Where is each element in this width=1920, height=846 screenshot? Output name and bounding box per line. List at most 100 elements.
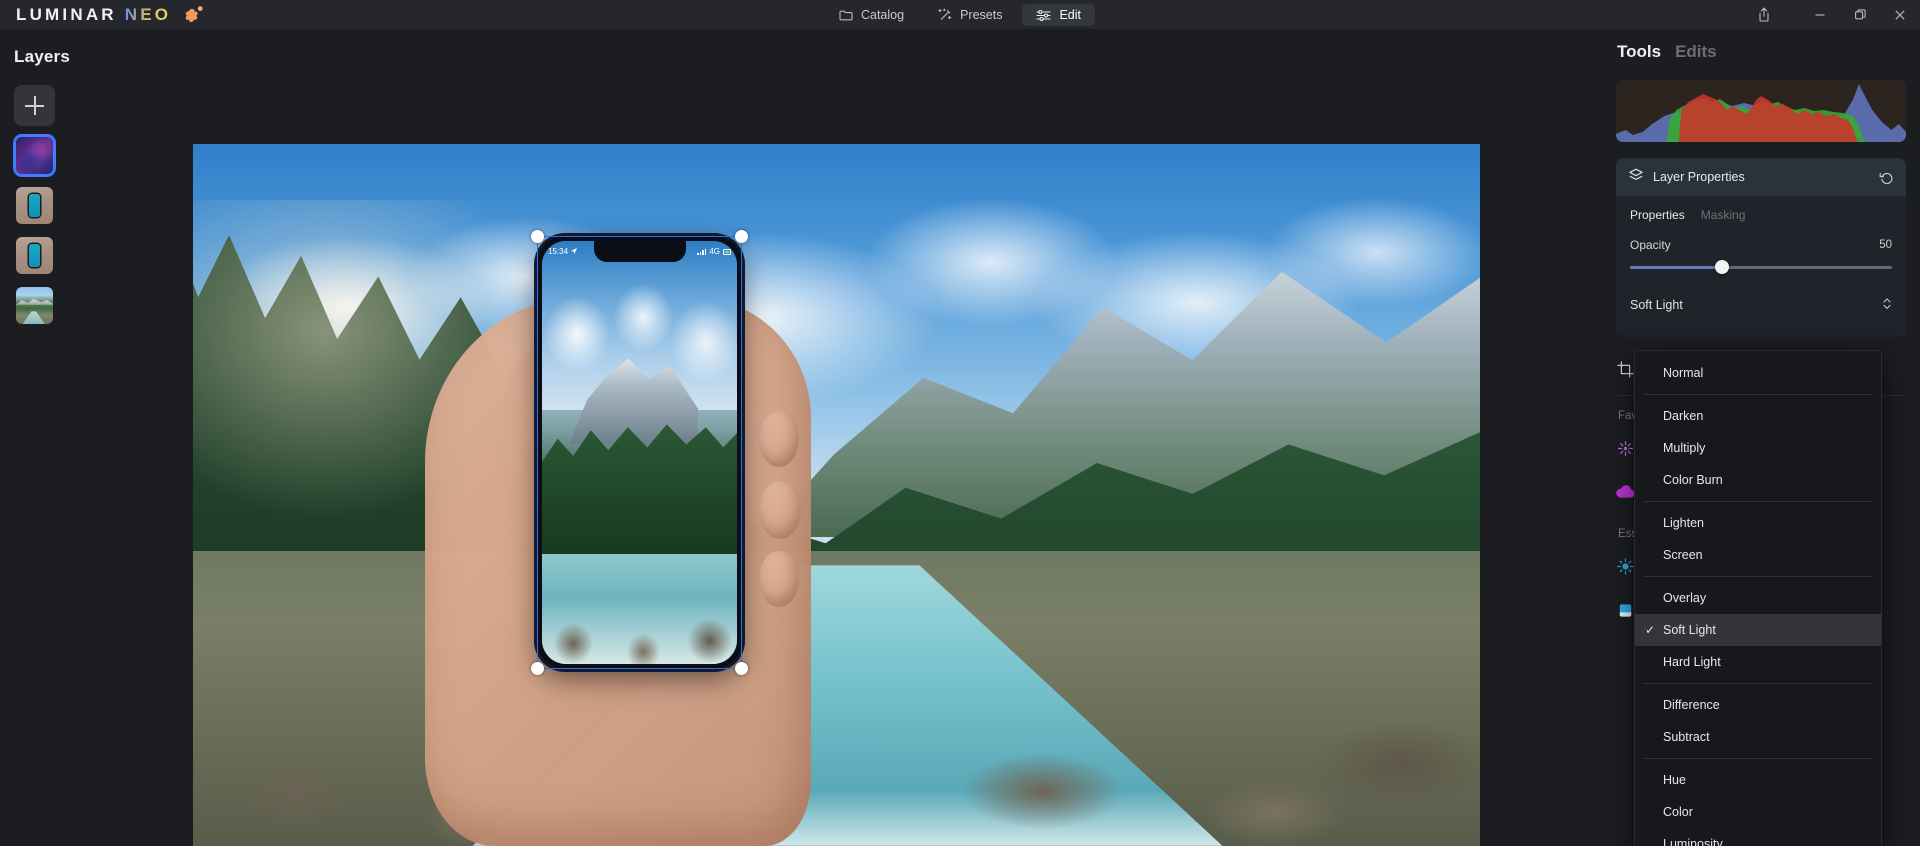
canvas-area[interactable]: 15:34 4G <box>193 29 1602 846</box>
title-bar: LUMINAR NEO Catalog Presets Edit <box>0 0 1920 29</box>
app-logo: LUMINAR NEO <box>0 5 205 25</box>
blend-option-color[interactable]: Color <box>1635 796 1881 828</box>
tab-properties[interactable]: Properties <box>1630 208 1685 228</box>
edited-photo[interactable]: 15:34 4G <box>193 144 1480 846</box>
tab-edits[interactable]: Edits <box>1675 42 1717 62</box>
layer-stack <box>0 67 193 326</box>
blend-mode-select[interactable]: Soft Light <box>1630 291 1892 319</box>
blend-option-multiply-label: Multiply <box>1663 441 1706 455</box>
histogram <box>1616 80 1906 142</box>
layer-preview-gradient <box>16 137 53 174</box>
blend-option-color-burn[interactable]: Color Burn <box>1635 464 1881 496</box>
tab-masking[interactable]: Masking <box>1701 208 1746 228</box>
phone-screen-rocks <box>542 596 737 664</box>
location-icon <box>571 247 578 256</box>
opacity-value: 50 <box>1879 239 1892 251</box>
blend-option-darken-label: Darken <box>1663 409 1704 423</box>
maximize-button[interactable] <box>1840 0 1880 29</box>
phone-status-right: 4G <box>696 247 731 256</box>
blend-option-luminosity[interactable]: Luminosity <box>1635 828 1881 846</box>
blend-option-lighten[interactable]: Lighten <box>1635 507 1881 539</box>
layers-panel: Layers <box>0 29 193 846</box>
layer-thumbnail-phone-1[interactable] <box>14 185 55 226</box>
puzzle-piece-icon <box>183 5 205 25</box>
blend-option-subtract[interactable]: Subtract <box>1635 721 1881 753</box>
blend-option-hue-label: Hue <box>1663 773 1686 787</box>
blend-option-lighten-label: Lighten <box>1663 516 1705 530</box>
dropdown-divider-1 <box>1643 394 1873 395</box>
blend-option-normal[interactable]: Normal <box>1635 357 1881 389</box>
folder-icon <box>839 9 853 21</box>
check-icon: ✓ <box>1645 623 1656 637</box>
blend-option-screen[interactable]: Screen <box>1635 539 1881 571</box>
layer-preview-phone-1 <box>16 187 53 224</box>
share-button[interactable] <box>1742 0 1786 29</box>
crop-icon <box>1616 360 1635 379</box>
sliders-icon <box>1036 9 1052 21</box>
sparkle-icon <box>1616 439 1635 458</box>
nav-catalog-label: Catalog <box>860 7 905 22</box>
blend-mode-dropdown[interactable]: Normal Darken Multiply Color Burn Lighte… <box>1634 350 1882 846</box>
brand-primary-text: LUMINAR <box>16 4 117 24</box>
reset-arrow-icon[interactable] <box>1879 170 1894 185</box>
layer-properties-body: Opacity 50 Soft Light <box>1616 228 1906 337</box>
layer-thumbnail-phone-2[interactable] <box>14 235 55 276</box>
blend-option-soft-light[interactable]: ✓ Soft Light <box>1635 614 1881 646</box>
window-controls <box>1742 0 1920 29</box>
histogram-graph <box>1616 84 1906 142</box>
opacity-slider[interactable] <box>1630 259 1892 275</box>
blend-option-multiply[interactable]: Multiply <box>1635 432 1881 464</box>
layer-thumbnail-landscape[interactable] <box>14 285 55 326</box>
blend-option-difference[interactable]: Difference <box>1635 689 1881 721</box>
photo-finger-1 <box>759 410 800 467</box>
tab-tools[interactable]: Tools <box>1617 42 1661 62</box>
phone-body: 15:34 4G <box>537 236 742 669</box>
selection-handle-bottom-right[interactable] <box>735 662 748 675</box>
dropdown-divider-4 <box>1643 683 1873 684</box>
nav-edit[interactable]: Edit <box>1022 3 1096 26</box>
blend-option-overlay[interactable]: Overlay <box>1635 582 1881 614</box>
phone-status-network: 4G <box>709 247 720 256</box>
nav-edit-label: Edit <box>1059 7 1082 22</box>
selection-handle-bottom-left[interactable] <box>531 662 544 675</box>
phone-mockup[interactable]: 15:34 4G <box>531 230 748 675</box>
blend-mode-value: Soft Light <box>1630 298 1683 312</box>
blend-option-normal-label: Normal <box>1663 366 1704 380</box>
minimize-button[interactable] <box>1800 0 1840 29</box>
layer-properties-card: Layer Properties Properties Masking Opac… <box>1616 158 1906 337</box>
chevron-updown-icon <box>1882 297 1892 313</box>
nav-presets[interactable]: Presets <box>924 4 1016 26</box>
selection-handle-top-right[interactable] <box>735 230 748 243</box>
brand-secondary-text: NEO <box>124 4 172 24</box>
cloud-icon <box>1616 483 1635 502</box>
layer-properties-tabs: Properties Masking <box>1616 196 1906 228</box>
add-layer-button[interactable] <box>14 85 55 126</box>
signal-bars-icon <box>696 248 707 255</box>
opacity-slider-thumb[interactable] <box>1714 260 1729 274</box>
luminar-neo-window: LUMINAR NEO Catalog Presets Edit Layers … <box>0 0 1920 846</box>
layer-thumbnail-gradient[interactable] <box>14 135 55 176</box>
blend-option-darken[interactable]: Darken <box>1635 400 1881 432</box>
selection-handle-top-left[interactable] <box>531 230 544 243</box>
blend-option-hard-light-label: Hard Light <box>1663 655 1721 669</box>
phone-status-time: 15:34 <box>548 247 569 256</box>
layers-stack-icon <box>1628 167 1644 188</box>
blend-option-luminosity-label: Luminosity <box>1663 837 1723 846</box>
main-nav: Catalog Presets Edit <box>825 0 1096 29</box>
blend-option-hard-light[interactable]: Hard Light <box>1635 646 1881 678</box>
layer-preview-landscape <box>16 287 53 324</box>
blend-option-color-burn-label: Color Burn <box>1663 473 1723 487</box>
magic-wand-icon <box>938 8 952 21</box>
close-button[interactable] <box>1880 0 1920 29</box>
layer-properties-header: Layer Properties <box>1616 158 1906 196</box>
sun-icon <box>1616 557 1635 576</box>
blend-option-hue[interactable]: Hue <box>1635 764 1881 796</box>
blend-option-subtract-label: Subtract <box>1663 730 1710 744</box>
layer-preview-phone-2 <box>16 237 53 274</box>
phone-screen <box>542 241 737 664</box>
nav-presets-label: Presets <box>960 7 1003 22</box>
blend-option-overlay-label: Overlay <box>1663 591 1707 605</box>
nav-catalog[interactable]: Catalog <box>825 4 918 26</box>
battery-icon <box>723 248 731 255</box>
opacity-row: Opacity 50 <box>1630 238 1892 252</box>
